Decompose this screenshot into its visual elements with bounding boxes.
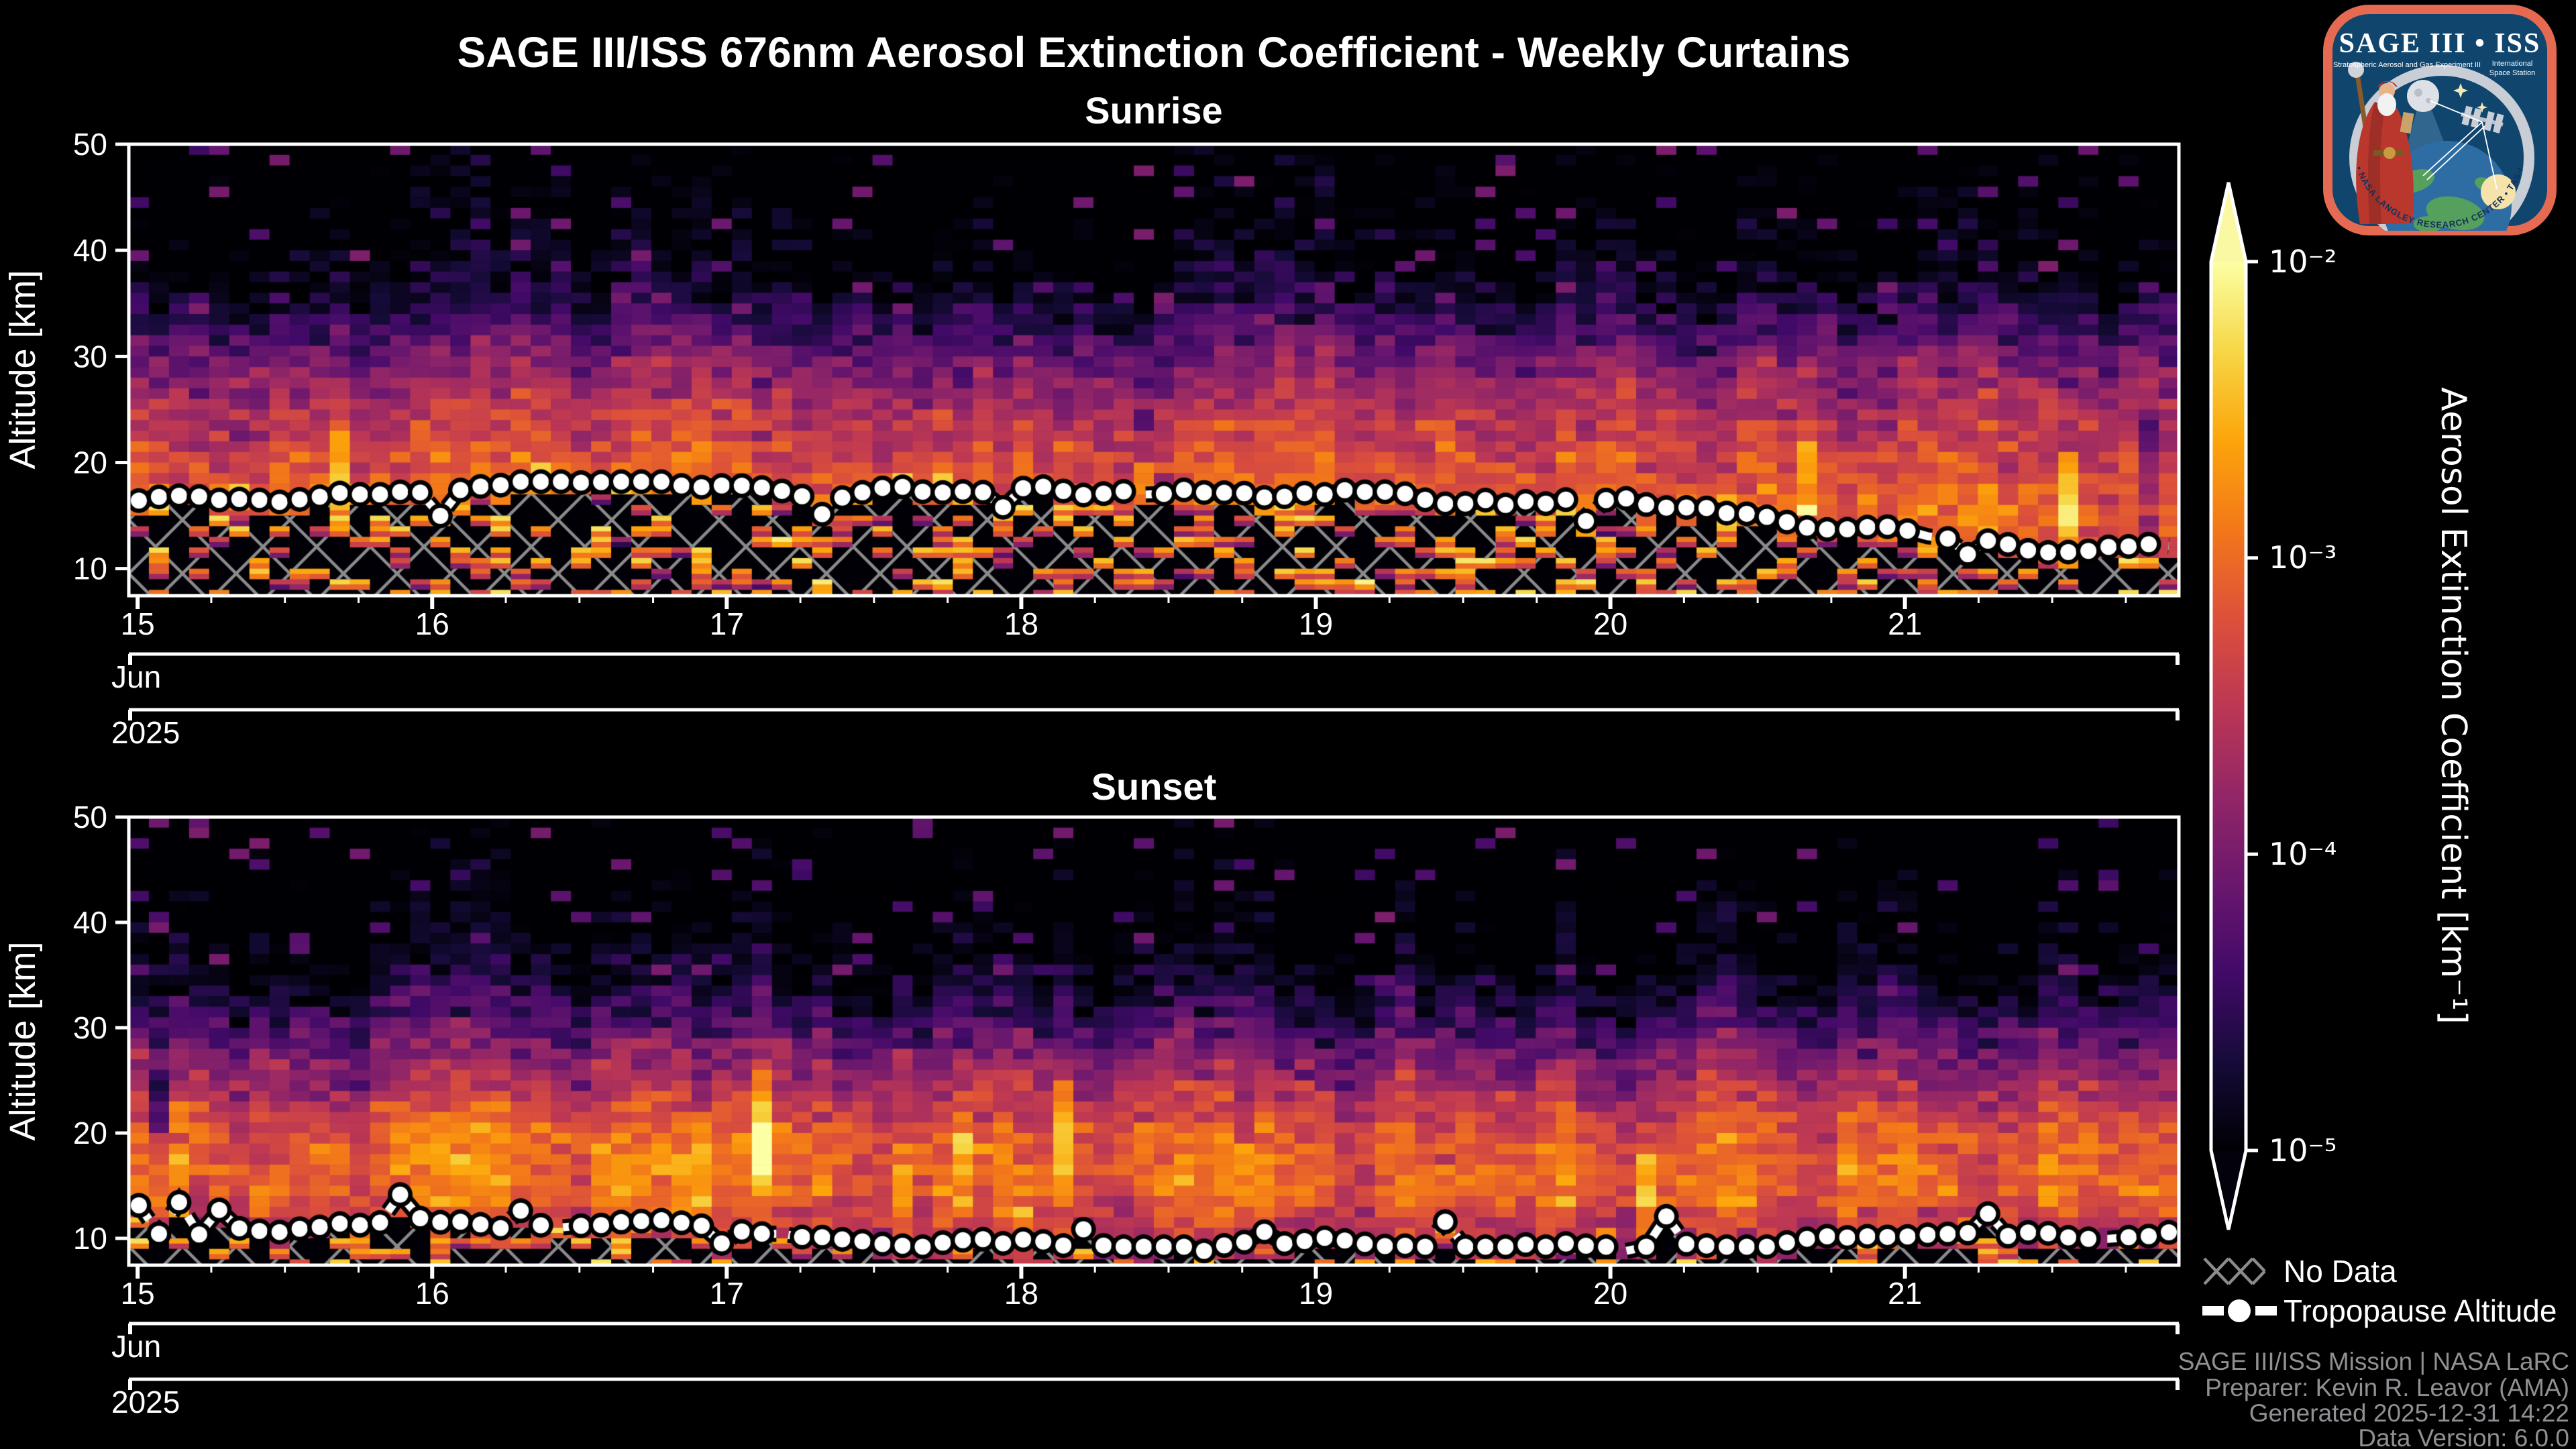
sunset-date-axis: Jun 2025 [111, 1322, 2180, 1419]
logo-moon-icon [2407, 80, 2439, 112]
x-tick-label: 20 [1593, 606, 1627, 641]
x-tick-label: 16 [415, 606, 449, 641]
colorbar-tick-1e-2: 10⁻² [2269, 244, 2337, 280]
logo-subtitle-right-1: International [2492, 60, 2533, 68]
y-tick-label: 50 [73, 800, 107, 835]
y-tick-label: 30 [73, 339, 107, 374]
sunset-x-ticks: 15 16 17 18 19 20 21 [121, 1265, 2127, 1311]
attribution-preparer: Preparer: Kevin R. Leavor (AMA) [2205, 1374, 2569, 1401]
colorbar-bottom-arrow [2211, 1150, 2246, 1230]
y-tick-label: 50 [73, 127, 107, 162]
sunrise-month-label: Jun [111, 659, 161, 694]
y-tick-label: 20 [73, 445, 107, 480]
y-tick-label: 20 [73, 1116, 107, 1150]
x-tick-label: 18 [1004, 606, 1038, 641]
sunset-panel: Sunset Altitude [km] 50 40 30 20 10 15 16 17 18… [3, 765, 2181, 1419]
sunset-year-label: 2025 [111, 1385, 180, 1419]
attribution-mission: SAGE III/ISS Mission | NASA LaRC [2178, 1348, 2569, 1375]
sunrise-panel: Sunrise Altitude [km] 5040302010 15 16 17 1… [3, 89, 2181, 750]
y-tick-label: 30 [73, 1010, 107, 1045]
x-tick-label: 16 [415, 1276, 449, 1311]
y-tick-label: 40 [73, 905, 107, 940]
colorbar-top-arrow [2211, 182, 2246, 262]
sunrise-year-label: 2025 [111, 715, 180, 750]
colorbar-tick-1e-4: 10⁻⁴ [2269, 836, 2337, 872]
colorbar-tick-1e-3: 10⁻³ [2269, 539, 2337, 576]
figure-title: SAGE III/ISS 676nm Aerosol Extinction Co… [458, 28, 1851, 76]
logo-title: SAGE III • ISS [2339, 28, 2541, 59]
x-tick-label: 21 [1888, 1276, 1922, 1311]
sunset-y-axis-label: Altitude [km] [3, 941, 43, 1140]
legend: No Data Tropopause Altitude [2202, 1254, 2557, 1328]
no-data-hatch-icon [2203, 1257, 2266, 1285]
logo-subtitle-right-2: Space Station [2489, 69, 2536, 77]
sunrise-y-axis-label: Altitude [km] [3, 270, 43, 469]
figure-chrome: SAGE III/ISS 676nm Aerosol Extinction Co… [3, 5, 2569, 1449]
sunset-y-ticks: 50 40 30 20 10 [73, 800, 129, 1256]
colorbar: 10⁻² 10⁻³ 10⁻⁴ 10⁻⁵ Aerosol Extinction C… [2209, 182, 2473, 1230]
x-tick-label: 19 [1299, 1276, 1333, 1311]
attribution-generated: Generated 2025-12-31 14:22 [2249, 1399, 2569, 1427]
x-tick-label: 21 [1888, 606, 1922, 641]
x-tick-label: 19 [1299, 606, 1333, 641]
sunrise-date-axis: Jun 2025 [111, 652, 2180, 750]
sunset-month-label: Jun [111, 1329, 161, 1364]
y-tick-label: 10 [73, 551, 107, 586]
attribution-block: SAGE III/ISS Mission | NASA LaRC Prepare… [2178, 1348, 2569, 1449]
x-tick-label: 17 [710, 1276, 744, 1311]
no-data-label: No Data [2284, 1254, 2397, 1289]
sunrise-panel-spine [127, 142, 2181, 598]
x-tick-label: 18 [1004, 1276, 1038, 1311]
sunrise-y-ticks: 50 40 30 20 10 [73, 127, 129, 586]
colorbar-gradient [2211, 262, 2246, 1150]
sunrise-panel-title: Sunrise [1085, 89, 1222, 131]
x-tick-label: 20 [1593, 1276, 1627, 1311]
tropopause-line-icon [2202, 1299, 2277, 1322]
colorbar-tick-1e-5: 10⁻⁵ [2269, 1132, 2337, 1169]
attribution-version: Data Version: 6.0.0 [2358, 1424, 2569, 1449]
logo-subtitle-left: Stratospheric Aerosol and Gas Experiment… [2333, 61, 2481, 69]
y-tick-label: 40 [73, 233, 107, 268]
y-tick-label: 10 [73, 1221, 107, 1256]
sunrise-x-ticks: 15 16 17 18 19 20 21 [121, 596, 2127, 641]
colorbar-axis-label: Aerosol Extinction Coefficient [km⁻¹] [2433, 387, 2473, 1024]
x-tick-label: 17 [710, 606, 744, 641]
x-tick-label: 15 [121, 1276, 155, 1311]
sunset-panel-spine [127, 815, 2181, 1267]
sunset-panel-title: Sunset [1091, 765, 1217, 808]
tropopause-label: Tropopause Altitude [2284, 1293, 2557, 1328]
x-tick-label: 15 [121, 606, 155, 641]
